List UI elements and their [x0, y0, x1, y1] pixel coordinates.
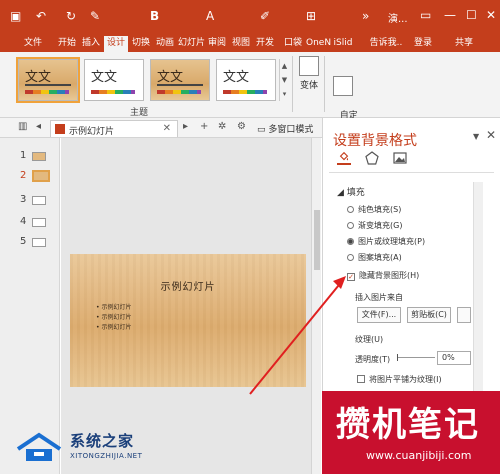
- watermark-right-url: www.cuanjibiji.com: [366, 449, 472, 462]
- watermark-xitongzhijia: 系统之家 XITONGZHIJIA.NET: [0, 425, 165, 474]
- watermark-right-name: 攒机笔记: [336, 405, 480, 445]
- house-logo-icon: [16, 432, 62, 461]
- watermark-cuanjibiji: 攒机笔记 www.cuanjibiji.com: [322, 391, 500, 474]
- watermark-left-url: XITONGZHIJIA.NET: [70, 452, 143, 460]
- watermark-left-name: 系统之家: [70, 432, 135, 450]
